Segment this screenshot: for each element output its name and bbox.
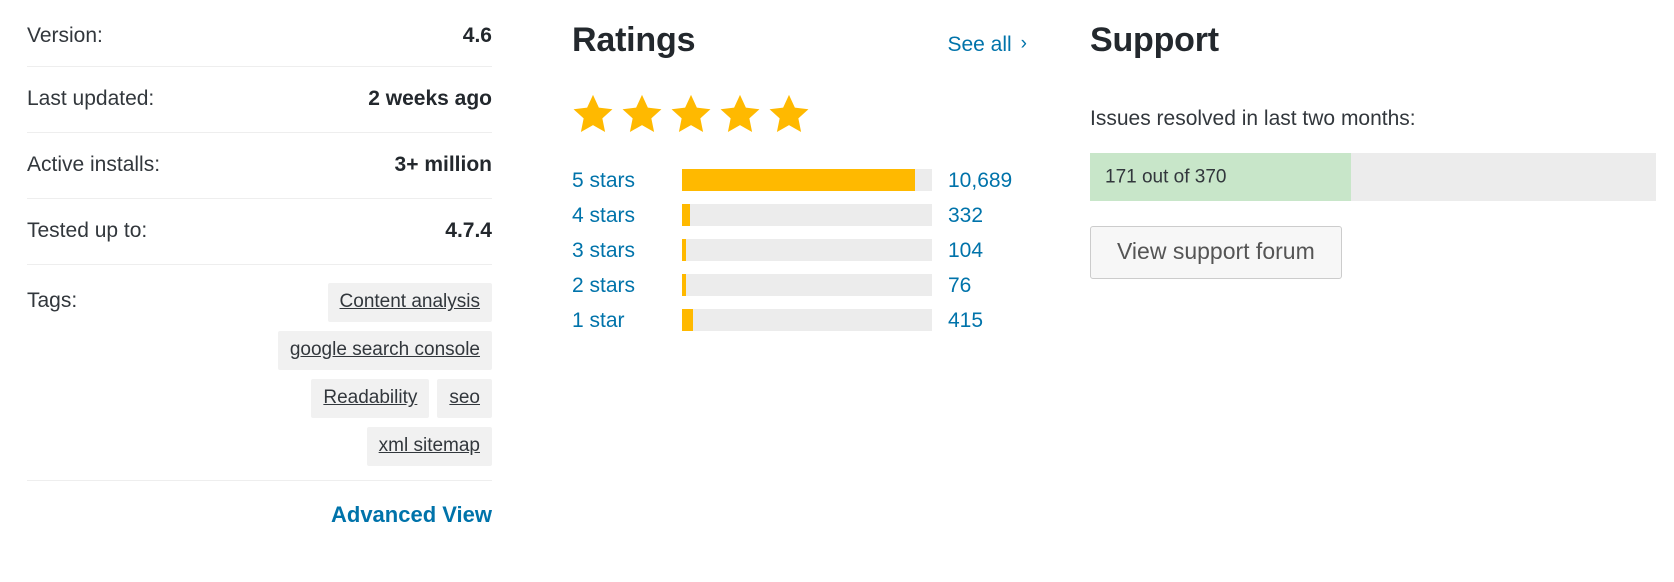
meta-label-active-installs: Active installs:	[27, 153, 161, 177]
view-support-forum-button[interactable]: View support forum	[1090, 226, 1342, 280]
rating-bar-fill-4-stars	[682, 204, 690, 227]
rating-bar-track-1-star	[682, 309, 932, 332]
meta-value-active-installs: 3+ million	[394, 153, 492, 177]
rating-bar-fill-3-stars	[682, 239, 686, 262]
ratings-breakdown: 5 stars 10,689 4 stars 332 3 stars 104 2…	[572, 163, 1037, 338]
rating-label-2-stars[interactable]: 2 stars	[572, 275, 682, 296]
rating-bar-track-3-stars	[682, 239, 932, 262]
support-resolution-meter: 171 out of 370	[1090, 153, 1656, 202]
tag-list: Content analysis google search console R…	[192, 283, 492, 467]
rating-bar-fill-1-star	[682, 309, 694, 332]
rating-row-4-stars: 4 stars 332	[572, 198, 1037, 233]
tag-readability[interactable]: Readability	[311, 379, 430, 419]
advanced-view-row: Advanced View	[27, 481, 492, 528]
ratings-header: Ratings See all ›	[572, 0, 1027, 61]
star-icon	[573, 94, 613, 132]
rating-count-2-stars[interactable]: 76	[948, 275, 971, 296]
rating-count-1-star[interactable]: 415	[948, 310, 983, 331]
meta-label-tested-up-to: Tested up to:	[27, 219, 148, 243]
tag-seo[interactable]: seo	[437, 379, 492, 419]
rating-count-3-stars[interactable]: 104	[948, 240, 983, 261]
rating-row-1-star: 1 star 415	[572, 303, 1037, 338]
rating-bar-track-5-stars	[682, 169, 932, 192]
rating-row-5-stars: 5 stars 10,689	[572, 163, 1037, 198]
tag-xml-sitemap[interactable]: xml sitemap	[366, 427, 492, 467]
advanced-view-link[interactable]: Advanced View	[331, 502, 492, 528]
star-icon	[671, 94, 711, 132]
meta-value-tested-up-to: 4.7.4	[445, 219, 492, 243]
rating-count-4-stars[interactable]: 332	[948, 205, 983, 226]
rating-bar-track-2-stars	[682, 274, 932, 297]
support-column: Support Issues resolved in last two mont…	[1090, 0, 1656, 280]
rating-label-4-stars[interactable]: 4 stars	[572, 205, 682, 226]
star-icon	[720, 94, 760, 132]
tag-content-analysis[interactable]: Content analysis	[327, 283, 492, 323]
chevron-right-icon: ›	[1020, 33, 1027, 55]
star-icon	[622, 94, 662, 132]
meta-value-version: 4.6	[462, 24, 492, 47]
support-title: Support	[1090, 21, 1219, 59]
rating-row-2-stars: 2 stars 76	[572, 268, 1037, 303]
rating-bar-fill-5-stars	[682, 169, 915, 192]
rating-row-3-stars: 3 stars 104	[572, 233, 1037, 268]
rating-label-5-stars[interactable]: 5 stars	[572, 170, 682, 191]
rating-bar-track-4-stars	[682, 204, 932, 227]
rating-bar-fill-2-stars	[682, 274, 686, 297]
ratings-column: Ratings See all › 5 stars 10,689 4 stars…	[572, 0, 1037, 338]
meta-row-tags: Tags: Content analysis google search con…	[27, 265, 492, 482]
plugin-meta-column: Version: 4.6 Last updated: 2 weeks ago A…	[27, 0, 492, 529]
see-all-label: See all	[947, 33, 1012, 56]
support-subtitle: Issues resolved in last two months:	[1090, 106, 1416, 130]
meta-row-last-updated: Last updated: 2 weeks ago	[27, 67, 492, 134]
meta-value-last-updated: 2 weeks ago	[368, 87, 492, 111]
meta-row-tested-up-to: Tested up to: 4.7.4	[27, 199, 492, 266]
tag-google-search-console[interactable]: google search console	[277, 331, 492, 371]
rating-label-1-star[interactable]: 1 star	[572, 310, 682, 331]
star-icon	[769, 94, 809, 132]
rating-count-5-stars[interactable]: 10,689	[948, 170, 1012, 191]
plugin-info-panel: Version: 4.6 Last updated: 2 weeks ago A…	[0, 0, 1674, 582]
see-all-ratings-link[interactable]: See all ›	[947, 32, 1027, 57]
meta-label-tags: Tags:	[27, 289, 78, 313]
average-rating-stars	[570, 92, 1037, 136]
ratings-title: Ratings	[572, 21, 696, 59]
rating-label-3-stars[interactable]: 3 stars	[572, 240, 682, 261]
meta-label-last-updated: Last updated:	[27, 87, 155, 111]
meta-label-version: Version:	[27, 24, 103, 47]
support-meter-label: 171 out of 370	[1105, 166, 1227, 188]
meta-row-active-installs: Active installs: 3+ million	[27, 133, 492, 200]
meta-row-version: Version: 4.6	[27, 0, 492, 68]
